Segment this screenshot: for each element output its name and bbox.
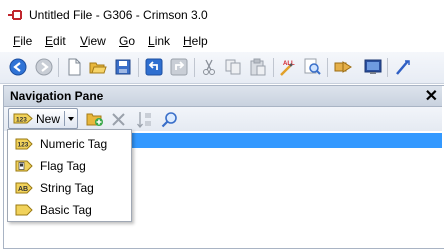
open-folder-icon[interactable]	[89, 58, 107, 76]
sort-icon[interactable]	[137, 111, 153, 128]
menu-item-numeric-tag[interactable]: 123 Numeric Tag	[9, 133, 130, 155]
svg-text:123: 123	[16, 117, 27, 124]
undo-icon[interactable]	[145, 58, 163, 76]
new-tag-dropdown-menu: 123 Numeric Tag Flag Tag AB String Tag B…	[7, 129, 132, 222]
close-icon[interactable]: ✕	[425, 86, 438, 106]
menu-item-basic-tag[interactable]: Basic Tag	[9, 199, 130, 221]
basic-tag-icon	[15, 204, 33, 216]
title-bar: Untitled File - G306 - Crimson 3.0	[0, 0, 444, 30]
menu-link[interactable]: Link	[148, 34, 170, 48]
numeric-tag-icon: 123	[15, 138, 33, 150]
navigation-pane-header: Navigation Pane ✕	[4, 86, 442, 107]
back-icon[interactable]	[9, 58, 27, 76]
navigation-pane-title: Navigation Pane	[10, 89, 104, 103]
toolbar-separator	[273, 58, 274, 77]
window-title: Untitled File - G306 - Crimson 3.0	[29, 8, 208, 22]
toolbar-separator	[387, 58, 388, 77]
menu-help[interactable]: Help	[183, 34, 208, 48]
svg-text:AB: AB	[18, 186, 28, 193]
toolbar-separator	[327, 58, 328, 77]
string-tag-icon: AB	[15, 182, 33, 194]
selected-tree-row[interactable]	[132, 133, 442, 148]
menu-file[interactable]: File	[13, 34, 32, 48]
toolbar-separator	[138, 58, 139, 77]
numeric-tag-icon: 123	[13, 113, 33, 124]
monitor-icon[interactable]	[364, 58, 382, 76]
new-file-icon[interactable]	[65, 58, 83, 76]
spell-all-icon[interactable]: ALL	[279, 58, 297, 76]
copy-icon[interactable]	[224, 58, 242, 76]
svg-text:123: 123	[18, 142, 29, 149]
crimson-app-icon	[8, 10, 22, 20]
toolbar-separator	[194, 58, 195, 77]
menu-bar: File Edit View Go Link Help	[0, 30, 444, 52]
menu-go[interactable]: Go	[119, 34, 135, 48]
chevron-down-icon[interactable]	[68, 117, 74, 121]
delete-icon[interactable]	[111, 112, 126, 127]
menu-item-label: Numeric Tag	[40, 137, 108, 151]
forward-icon[interactable]	[35, 58, 53, 76]
search-icon[interactable]	[161, 111, 178, 128]
flag-tag-icon	[15, 160, 33, 172]
menu-item-label: Flag Tag	[40, 159, 86, 173]
toolbar-separator	[58, 58, 59, 77]
new-tag-button[interactable]: 123 New	[8, 108, 78, 129]
new-button-label: New	[36, 112, 61, 126]
save-icon[interactable]	[114, 58, 132, 76]
menu-item-label: String Tag	[40, 181, 94, 195]
split-divider	[64, 111, 65, 126]
send-icon[interactable]	[334, 58, 352, 76]
menu-view[interactable]: View	[80, 34, 106, 48]
navigation-pane-toolbar: 123 New	[4, 107, 442, 131]
menu-edit[interactable]: Edit	[45, 34, 66, 48]
link-icon[interactable]	[394, 58, 412, 76]
find-icon[interactable]	[303, 58, 321, 76]
menu-item-label: Basic Tag	[40, 203, 92, 217]
cut-icon[interactable]	[200, 58, 218, 76]
main-toolbar: ALL	[0, 52, 444, 84]
menu-item-flag-tag[interactable]: Flag Tag	[9, 155, 130, 177]
redo-icon[interactable]	[170, 58, 188, 76]
menu-item-string-tag[interactable]: AB String Tag	[9, 177, 130, 199]
paste-icon[interactable]	[249, 58, 267, 76]
new-folder-icon[interactable]	[86, 111, 104, 127]
